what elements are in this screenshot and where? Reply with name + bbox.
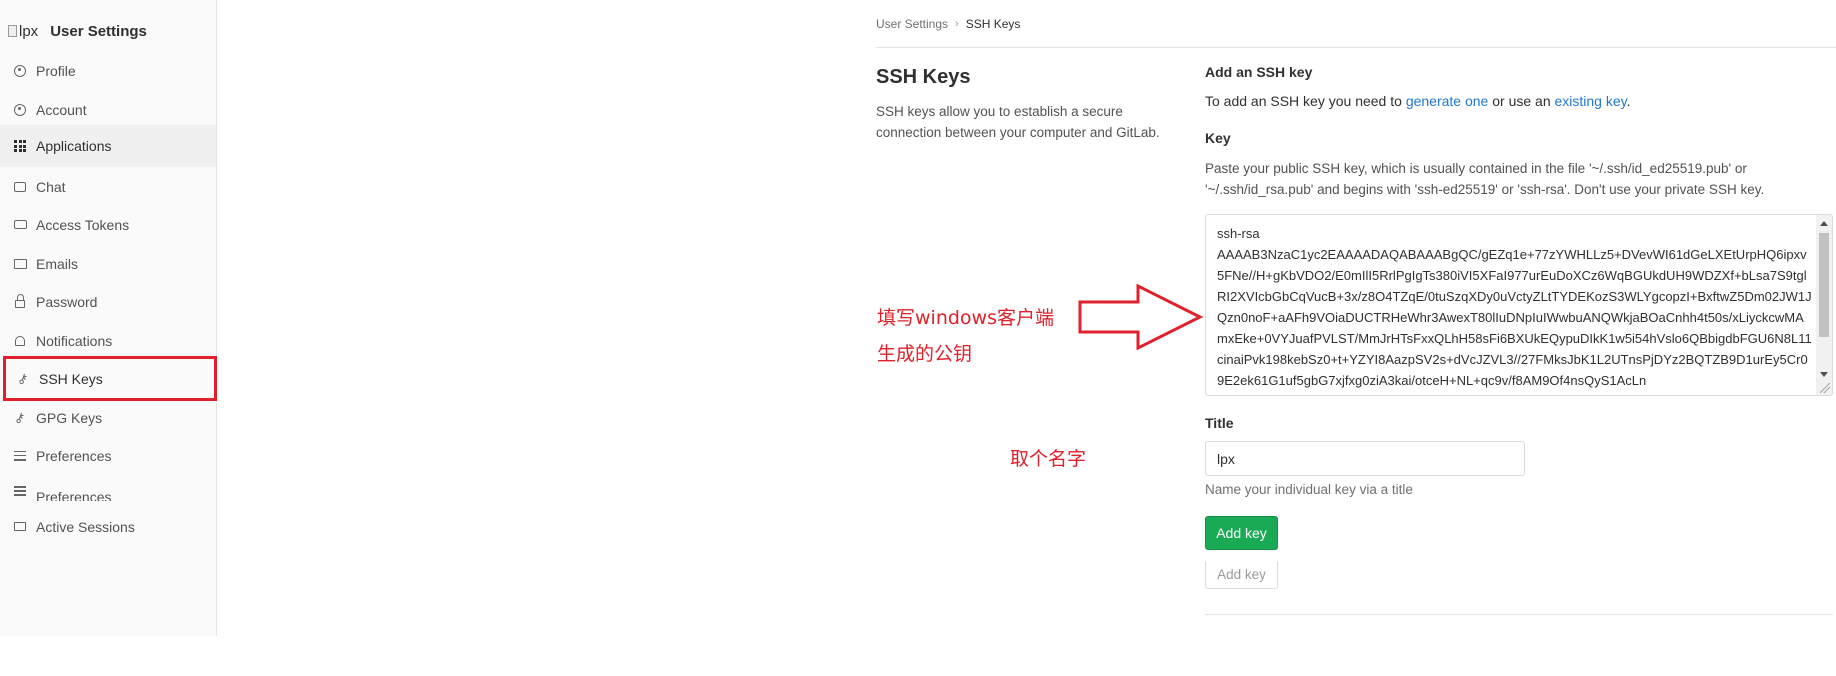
- scrollbar-thumb[interactable]: [1819, 233, 1829, 337]
- key-icon: ⚷: [16, 369, 31, 387]
- resize-grip-icon[interactable]: [1820, 383, 1830, 393]
- sidebar-item-preferences[interactable]: Preferences: [0, 433, 216, 478]
- sidebar-item-label: Preferences: [36, 447, 112, 464]
- add-ssh-key-intro: To add an SSH key you need to generate o…: [1205, 93, 1631, 109]
- key-icon: ⚷: [13, 408, 28, 426]
- intro-text: To add an SSH key you need to: [1205, 93, 1406, 109]
- page-title: SSH Keys: [876, 66, 971, 88]
- sidebar-item-label: Password: [36, 293, 98, 310]
- sidebar-item-label: Preferences: [36, 489, 112, 501]
- profile-icon: [13, 64, 27, 78]
- sidebar-item-label: Chat: [36, 178, 66, 195]
- account-icon: [13, 103, 27, 117]
- applications-icon: [13, 139, 27, 153]
- title-input[interactable]: [1205, 441, 1525, 476]
- scroll-up-icon[interactable]: [1820, 221, 1828, 226]
- sidebar-item-label: GPG Keys: [36, 409, 103, 426]
- key-label: Key: [1205, 130, 1231, 146]
- page-description: SSH keys allow you to establish a secure…: [876, 104, 1160, 140]
- add-key-button[interactable]: Add key: [1205, 516, 1278, 550]
- monitor-icon: [13, 520, 27, 534]
- sidebar-title: User Settings: [50, 22, 147, 40]
- annotation-arrow-icon: [1078, 284, 1204, 350]
- key-textarea-scrollbar[interactable]: [1816, 215, 1832, 395]
- breadcrumb-parent[interactable]: User Settings: [876, 17, 948, 31]
- sidebar-item-preferences-duplicate[interactable]: Preferences: [0, 475, 216, 501]
- scroll-down-icon[interactable]: [1820, 372, 1828, 377]
- sidebar-item-label: Emails: [36, 255, 79, 272]
- sidebar-item-label: Notifications: [36, 332, 113, 349]
- avatar-alt-text: lpx: [19, 22, 39, 40]
- annotation-line: 生成的公钥: [877, 343, 973, 365]
- chat-icon: [13, 180, 27, 194]
- sidebar-item-label: SSH Keys: [39, 370, 103, 387]
- chevron-right-icon: ›: [955, 18, 959, 30]
- broken-image-icon: [8, 25, 17, 37]
- sidebar-item-label: Account: [36, 101, 87, 118]
- breadcrumb-current: SSH Keys: [965, 17, 1021, 31]
- bell-icon: [13, 334, 27, 348]
- mail-icon: [13, 257, 27, 271]
- title-label: Title: [1205, 415, 1234, 431]
- annotation-title: 取个名字: [1010, 448, 1087, 470]
- divider: [876, 47, 1836, 48]
- settings-sidebar: lpx User Settings Profile Account Applic…: [0, 0, 217, 636]
- token-icon: [13, 218, 27, 232]
- key-help-text: Paste your public SSH key, which is usua…: [1205, 161, 1765, 197]
- divider: [1205, 614, 1833, 615]
- existing-key-link[interactable]: existing key: [1555, 93, 1627, 109]
- sliders-icon: [13, 449, 27, 463]
- intro-text: .: [1626, 93, 1631, 109]
- intro-text: or use an: [1488, 93, 1555, 109]
- sidebar-item-label: Profile: [36, 62, 76, 79]
- sliders-icon: [13, 484, 27, 498]
- breadcrumb: User Settings › SSH Keys: [876, 17, 1020, 31]
- user-avatar[interactable]: lpx: [8, 23, 38, 40]
- lock-icon: [13, 293, 27, 309]
- title-help-text: Name your individual key via a title: [1205, 482, 1413, 497]
- sidebar-header[interactable]: lpx User Settings: [8, 20, 147, 42]
- sidebar-item-applications[interactable]: Applications: [0, 125, 216, 167]
- annotation-paste-key: 填写windows客户端 生成的公钥: [877, 300, 1054, 372]
- add-key-button-duplicate[interactable]: Add key: [1205, 561, 1278, 589]
- sidebar-item-active-sessions[interactable]: Active Sessions: [0, 504, 216, 549]
- sidebar-item-label: Active Sessions: [36, 518, 135, 535]
- generate-one-link[interactable]: generate one: [1406, 93, 1489, 109]
- key-textarea-value[interactable]: ssh-rsa AAAAB3NzaC1yc2EAAAADAQABAAABgQC/…: [1217, 223, 1813, 391]
- add-ssh-key-heading: Add an SSH key: [1205, 64, 1313, 80]
- key-textarea[interactable]: ssh-rsa AAAAB3NzaC1yc2EAAAADAQABAAABgQC/…: [1205, 214, 1833, 396]
- sidebar-item-label: Access Tokens: [36, 216, 130, 233]
- annotation-line: 填写windows客户端: [877, 307, 1054, 329]
- sidebar-item-label: Applications: [36, 138, 112, 154]
